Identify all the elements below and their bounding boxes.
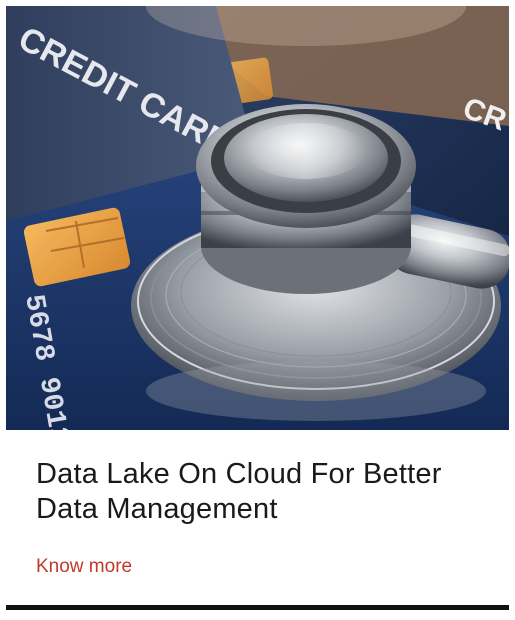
article-title: Data Lake On Cloud For Better Data Manag… bbox=[36, 458, 442, 525]
article-card[interactable]: CREDIT CARD 5678 9012 CR Data Lake On Cl… bbox=[0, 0, 515, 620]
hero-image[interactable]: CREDIT CARD 5678 9012 CR bbox=[6, 6, 509, 430]
know-more-link[interactable]: Know more bbox=[36, 555, 132, 579]
bottom-divider bbox=[6, 605, 509, 610]
